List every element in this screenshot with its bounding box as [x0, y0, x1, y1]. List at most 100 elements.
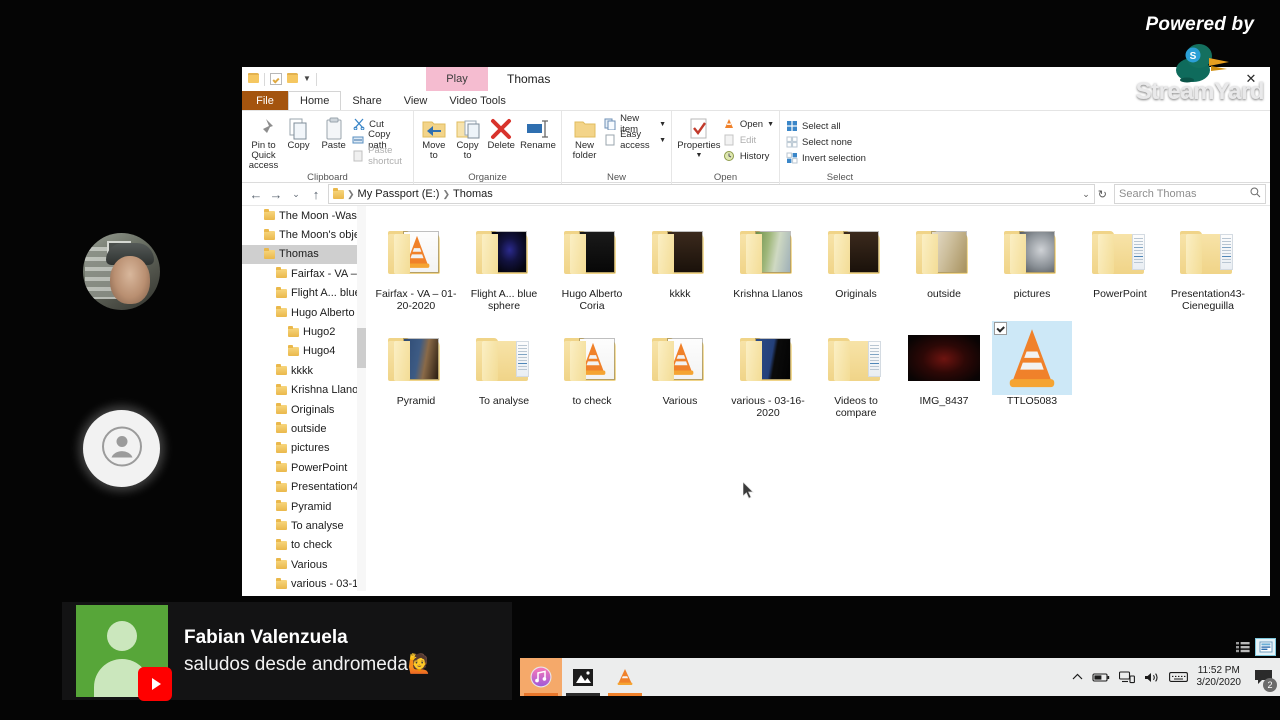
dropdown-icon[interactable]: ▼	[303, 75, 311, 83]
new-folder-button[interactable]: New folder	[567, 115, 602, 161]
nav-item[interactable]: Hugo2	[242, 322, 366, 341]
tab-file[interactable]: File	[242, 91, 288, 110]
nav-item[interactable]: Various	[242, 555, 366, 574]
chevron-down-icon[interactable]: ⌄	[286, 184, 306, 204]
file-item[interactable]: outside	[900, 214, 988, 312]
navigation-pane[interactable]: The Moon -Wasl^ The Moon's obje Thomas Fair…	[242, 206, 366, 591]
view-mode-toggle[interactable]	[1232, 638, 1276, 656]
nav-item[interactable]: Hugo Alberto C	[242, 303, 366, 322]
clock[interactable]: 11:52 PM 3/20/2020	[1197, 665, 1242, 689]
move-to-button[interactable]: Move to	[419, 115, 449, 161]
chevron-down-icon[interactable]: ▼	[767, 121, 774, 128]
details-view-icon[interactable]	[1232, 638, 1253, 656]
nav-item[interactable]: Pyramid	[242, 497, 366, 516]
file-item[interactable]: various - 03-16-2020	[724, 321, 812, 419]
nav-item[interactable]: Presentation43	[242, 477, 366, 496]
contextual-tab-play[interactable]: Play	[426, 67, 488, 91]
breadcrumb-item-drive[interactable]: My Passport (E:)	[358, 188, 440, 200]
button-label: Open	[739, 118, 764, 130]
select-all-button[interactable]: Select all	[785, 119, 866, 133]
chevron-down-icon[interactable]: ▼	[659, 121, 666, 128]
chevron-down-icon[interactable]: ▼	[659, 137, 666, 144]
breadcrumb-item-folder[interactable]: Thomas	[453, 188, 493, 200]
rename-button[interactable]: Rename	[520, 115, 556, 151]
invert-selection-button[interactable]: Invert selection	[785, 151, 866, 165]
nav-item[interactable]: pictures	[242, 439, 366, 458]
show-hidden-icons-chevron[interactable]	[1072, 673, 1083, 681]
large-icons-view-icon[interactable]	[1255, 638, 1276, 656]
breadcrumb-dropdown-icon[interactable]: ⌄	[1082, 189, 1090, 200]
file-item[interactable]: Various	[636, 321, 724, 419]
battery-icon[interactable]	[1091, 672, 1110, 683]
new-folder-icon[interactable]	[287, 72, 298, 86]
properties-button[interactable]: Properties ▼	[677, 115, 721, 161]
folder-icon[interactable]	[248, 72, 259, 86]
nav-item[interactable]: The Moon's obje	[242, 225, 366, 244]
file-item[interactable]: Flight A... blue sphere	[460, 214, 548, 312]
file-item[interactable]: PowerPoint	[1076, 214, 1164, 312]
nav-scrollbar-thumb[interactable]	[357, 328, 366, 368]
file-item[interactable]: To analyse	[460, 321, 548, 419]
file-item[interactable]: Fairfax - VA – 01-20-2020	[372, 214, 460, 312]
taskbar-app-photos[interactable]	[562, 658, 604, 696]
file-item[interactable]: Krishna Llanos	[724, 214, 812, 312]
nav-item[interactable]: Originals	[242, 400, 366, 419]
taskbar-app-vlc[interactable]	[604, 658, 646, 696]
selection-checkbox[interactable]	[994, 322, 1007, 335]
open-button[interactable]: Open ▼	[723, 117, 774, 131]
file-item[interactable]: pictures	[988, 214, 1076, 312]
history-button[interactable]: History	[723, 149, 774, 163]
refresh-icon[interactable]: ↻	[1095, 188, 1110, 201]
nav-item[interactable]: Thomas	[242, 244, 366, 265]
nav-scrollbar[interactable]	[357, 206, 366, 591]
nav-item[interactable]: to check	[242, 536, 366, 555]
nav-item[interactable]: Flight A... blue s	[242, 284, 366, 303]
delete-button[interactable]: Delete	[486, 115, 516, 151]
rename-icon	[524, 115, 552, 141]
nav-item[interactable]: kkkk	[242, 361, 366, 380]
chevron-down-icon[interactable]: ▼	[695, 151, 702, 161]
nav-item[interactable]: outside	[242, 419, 366, 438]
nav-item[interactable]: various - 03-16	[242, 574, 366, 591]
tab-share[interactable]: Share	[341, 91, 392, 110]
file-item[interactable]: Videos to compare	[812, 321, 900, 419]
file-item[interactable]: Presentation43-Cieneguilla	[1164, 214, 1252, 312]
network-icon[interactable]	[1118, 670, 1135, 684]
select-none-button[interactable]: Select none	[785, 135, 866, 149]
nav-item[interactable]: Hugo4	[242, 342, 366, 361]
keyboard-icon[interactable]	[1168, 671, 1188, 683]
nav-item[interactable]: The Moon -Wasl^	[242, 206, 366, 225]
volume-icon[interactable]	[1144, 671, 1160, 684]
tab-video-tools[interactable]: Video Tools	[438, 91, 516, 110]
nav-item[interactable]: To analyse	[242, 516, 366, 535]
file-item[interactable]: kkkk	[636, 214, 724, 312]
file-item-selected[interactable]: TTLO5083	[988, 321, 1076, 419]
nav-item[interactable]: Fairfax - VA – 0	[242, 264, 366, 283]
file-item[interactable]: Hugo Alberto Coria	[548, 214, 636, 312]
tab-home[interactable]: Home	[288, 91, 342, 110]
properties-icon[interactable]	[270, 73, 282, 85]
file-item[interactable]: Pyramid	[372, 321, 460, 419]
tab-view[interactable]: View	[393, 91, 439, 110]
action-center-icon[interactable]: 2	[1250, 662, 1277, 692]
search-input[interactable]: Search Thomas	[1114, 184, 1266, 204]
copy-to-button[interactable]: Copy to	[453, 115, 483, 161]
quick-access-toolbar[interactable]: ▼	[242, 67, 317, 91]
easy-access-button[interactable]: Easy access ▼	[604, 129, 666, 151]
search-icon[interactable]	[1250, 187, 1261, 201]
up-arrow-icon[interactable]: ↑	[306, 184, 326, 204]
pin-to-quick-access-button[interactable]: Pin to Quick access	[247, 115, 280, 171]
file-item[interactable]: Originals	[812, 214, 900, 312]
nav-item[interactable]: PowerPoint	[242, 458, 366, 477]
file-list-view[interactable]: Fairfax - VA – 01-20-2020 Flight A... blu…	[366, 206, 1270, 591]
file-item[interactable]: IMG_8437	[900, 321, 988, 419]
forward-arrow-icon[interactable]: →	[266, 184, 286, 204]
taskbar-app-itunes[interactable]	[520, 658, 562, 696]
paste-button[interactable]: Paste	[317, 115, 350, 151]
file-item[interactable]: to check	[548, 321, 636, 419]
copy-button[interactable]: Copy	[282, 115, 315, 151]
folder-icon	[740, 228, 796, 274]
breadcrumb[interactable]: ❯ My Passport (E:) ❯ Thomas ⌄	[328, 184, 1095, 204]
nav-item[interactable]: Krishna Llanos	[242, 381, 366, 400]
back-arrow-icon[interactable]: ←	[246, 184, 266, 204]
